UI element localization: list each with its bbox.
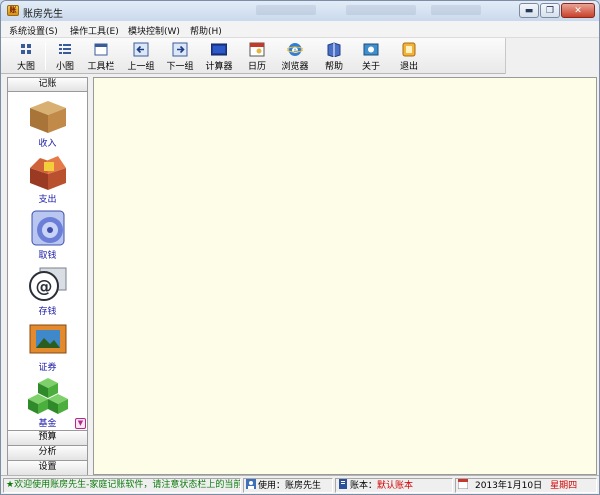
sidebar-scroll-down-button[interactable]: ▼ (75, 418, 86, 429)
menu-operation-tools[interactable]: 操作工具(E) (70, 24, 119, 37)
sidebar-group-budget[interactable]: 预算 (8, 430, 87, 445)
toolbar-about-button[interactable]: 关于 (357, 40, 385, 72)
menu-module-control[interactable]: 模块控制(W) (128, 24, 180, 37)
toolbar-exit-button[interactable]: 退出 (395, 40, 423, 72)
user-icon (246, 479, 256, 489)
toolbar-help-button[interactable]: 帮助 (319, 40, 349, 72)
calculator-icon (211, 43, 227, 56)
background-blur (346, 5, 416, 15)
toolbar-calendar-button[interactable]: 日历 (243, 40, 271, 72)
browser-icon: e (287, 43, 303, 56)
toolbar-next-group-button[interactable]: 下一组 (163, 40, 197, 72)
sidebar-item-expense[interactable]: 支出 (8, 152, 87, 208)
close-button[interactable]: ✕ (561, 3, 595, 18)
help-book-icon (327, 42, 341, 57)
minimize-icon: ▬ (524, 5, 534, 16)
sidebar-group-bookkeeping[interactable]: 记账 (8, 78, 87, 92)
menu-bar: 系统设置(S) 操作工具(E) 模块控制(W) 帮助(H) (1, 21, 599, 38)
toolbar: 大图 小图 工具栏 上一组 下一组 计算器 日历 e 浏览器 帮助 关于 退出 (1, 38, 599, 74)
next-group-icon (172, 42, 188, 57)
prev-group-icon (133, 42, 149, 57)
book-icon (339, 479, 347, 489)
sidebar-item-income[interactable]: 收入 (8, 96, 87, 152)
menu-system-settings[interactable]: 系统设置(S) (9, 24, 58, 37)
green-cubes-icon (28, 378, 68, 414)
window-title: 账房先生 (23, 9, 63, 20)
close-icon: ✕ (574, 5, 582, 16)
sidebar-group-settings[interactable]: 设置 (8, 460, 87, 475)
minimize-button[interactable]: ▬ (519, 3, 539, 18)
toolbar-icon (94, 43, 108, 56)
app-window: 账 账房先生 ▬ ❐ ✕ 系统设置(S) 操作工具(E) 模块控制(W) 帮助(… (0, 0, 600, 495)
sidebar-group-analysis[interactable]: 分析 (8, 445, 87, 460)
status-weekday: 星期四 (550, 481, 578, 491)
toolbar-empty-area (505, 38, 599, 74)
at-sign-icon: @ (29, 267, 67, 301)
background-blur (431, 5, 481, 15)
exit-icon (402, 42, 416, 57)
cd-icon (31, 210, 65, 246)
toolbar-small-icons-button[interactable]: 小图 (51, 40, 79, 72)
status-user: 使用：账房先生 (243, 478, 333, 493)
title-bar[interactable]: 账 账房先生 ▬ ❐ ✕ (1, 1, 599, 21)
large-icons-icon (21, 44, 31, 54)
open-box-icon (30, 156, 66, 190)
closed-box-icon (30, 101, 66, 133)
calendar-icon (249, 42, 265, 57)
calendar-icon (458, 479, 468, 489)
maximize-icon: ❐ (545, 5, 555, 16)
toolbar-large-icons-button[interactable]: 大图 (10, 40, 42, 72)
svg-text:@: @ (36, 277, 53, 297)
status-marquee: ★欢迎使用账房先生-家庭记账软件，请注意状态栏上的当前账本 (3, 478, 241, 493)
toolbar-prev-group-button[interactable]: 上一组 (125, 40, 157, 72)
sidebar-item-deposit[interactable]: @ 存钱 (8, 264, 87, 320)
status-account-book: 账本：默认账本 (335, 478, 453, 493)
status-bar: ★欢迎使用账房先生-家庭记账软件，请注意状态栏上的当前账本 使用：账房先生 账本… (1, 475, 599, 494)
maximize-button[interactable]: ❐ (540, 3, 560, 18)
chevron-down-icon: ▼ (77, 419, 84, 427)
toolbar-toolbar-button[interactable]: 工具栏 (85, 40, 117, 72)
main-workspace[interactable] (93, 77, 597, 475)
status-book-value: 默认账本 (377, 481, 414, 491)
status-date: 2013年1月10日 星期四 (455, 478, 597, 493)
app-icon[interactable]: 账 (7, 5, 19, 16)
sidebar-item-withdraw[interactable]: 取钱 (8, 208, 87, 264)
toolbar-separator (45, 42, 46, 70)
toolbar-calculator-button[interactable]: 计算器 (202, 40, 236, 72)
menu-help[interactable]: 帮助(H) (190, 24, 222, 37)
picture-frame-icon (29, 324, 67, 354)
sidebar-item-securities[interactable]: 证券 (8, 320, 87, 376)
about-icon (363, 43, 379, 56)
toolbar-browser-button[interactable]: e 浏览器 (277, 40, 313, 72)
sidebar-items-pane: 收入 支出 取钱 @ 存钱 证券 基金 ▼ (8, 92, 87, 430)
background-blur (256, 5, 316, 15)
sidebar: 记账 收入 支出 取钱 @ 存钱 证券 基金 ▼ 预算 分析 设置 (7, 77, 88, 475)
small-icons-icon (59, 44, 71, 54)
